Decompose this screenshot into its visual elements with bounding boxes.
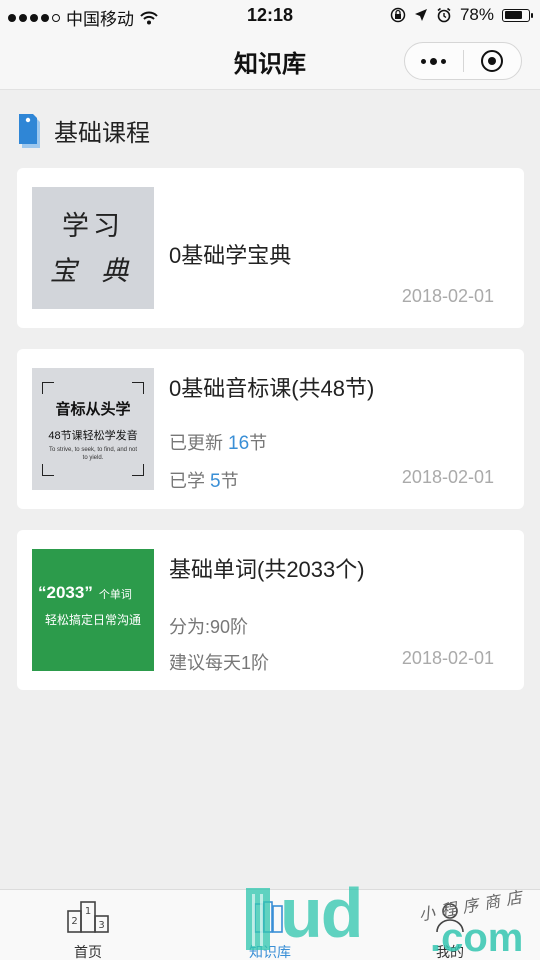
course-card[interactable]: “2033” 个单词 轻松搞定日常沟通 基础单词(共2033个) 分为:90阶 建… xyxy=(17,530,524,690)
status-bar: 中国移动 12:18 78% xyxy=(0,0,540,30)
course-thumbnail: 音标从头学 48节课轻松学发音 To strive, to seek, to f… xyxy=(32,368,154,490)
thumbnail-line-1: “2033” 个单词 xyxy=(38,583,132,603)
course-thumbnail: “2033” 个单词 轻松搞定日常沟通 xyxy=(32,549,154,671)
section-header: 基础课程 xyxy=(18,110,150,150)
updated-count: 16 xyxy=(228,433,250,454)
course-title: 0基础学宝典 xyxy=(169,243,292,268)
thumbnail-line-3: To strive, to seek, to find, and not to … xyxy=(48,447,138,461)
learned-count-row: 已学 5节 xyxy=(169,467,239,493)
course-daily-suggestion: 建议每天1阶 xyxy=(169,653,270,673)
svg-text:2: 2 xyxy=(71,916,77,927)
learned-count: 5 xyxy=(210,471,221,492)
course-date: 2018-02-01 xyxy=(401,467,494,487)
course-thumbnail: 学习 宝 典 xyxy=(32,187,154,309)
thumbnail-word-count: “2033” xyxy=(38,583,93,602)
battery-icon xyxy=(502,8,533,22)
learned-unit: 节 xyxy=(220,471,239,491)
thumbnail-corner xyxy=(42,464,54,476)
miniprogram-capsule xyxy=(404,42,522,80)
thumbnail-corner xyxy=(132,382,144,394)
course-levels: 分为:90阶 xyxy=(169,617,249,637)
thumbnail-corner xyxy=(132,464,144,476)
battery-percentage: 78% xyxy=(459,5,494,24)
tab-home[interactable]: 1 2 3 首页 xyxy=(38,890,138,960)
course-title: 0基础音标课(共48节) xyxy=(169,376,375,401)
thumbnail-line-2: 轻松搞定日常沟通 xyxy=(44,613,141,627)
navigation-bar: 知识库 xyxy=(0,30,540,90)
updated-unit: 节 xyxy=(249,433,268,453)
thumbnail-line-2: 48节课轻松学发音 xyxy=(48,430,138,442)
updated-count-row: 已更新 16节 xyxy=(169,429,267,455)
podium-icon: 1 2 3 xyxy=(67,901,109,933)
watermark-logo: ud xyxy=(280,874,364,952)
section-title: 基础课程 xyxy=(54,119,150,147)
more-menu-button[interactable] xyxy=(405,43,463,79)
thumbnail-word-unit: 个单词 xyxy=(98,589,132,601)
updated-label: 已更新 xyxy=(169,433,223,453)
location-icon xyxy=(414,9,427,21)
tab-label: 首页 xyxy=(74,944,102,960)
alarm-icon xyxy=(437,7,451,23)
course-date: 2018-02-01 xyxy=(401,286,494,306)
watermark-domain: .com xyxy=(430,916,524,960)
course-date: 2018-02-01 xyxy=(401,648,494,668)
course-card[interactable]: 音标从头学 48节课轻松学发音 To strive, to seek, to f… xyxy=(17,349,524,509)
svg-text:1: 1 xyxy=(85,906,91,917)
orientation-lock-icon xyxy=(390,7,406,23)
thumbnail-line-1: 学习 xyxy=(62,211,124,242)
close-miniprogram-button[interactable] xyxy=(464,43,522,79)
svg-text:3: 3 xyxy=(98,920,104,931)
course-title: 基础单词(共2033个) xyxy=(169,557,365,582)
bookmark-tag-icon xyxy=(19,114,40,148)
thumbnail-corner xyxy=(42,382,54,394)
learned-label: 已学 xyxy=(169,471,205,491)
more-icon xyxy=(421,57,447,65)
thumbnail-line-2: 宝 典 xyxy=(49,256,137,287)
course-card[interactable]: 学习 宝 典 0基础学宝典 2018-02-01 xyxy=(17,168,524,328)
close-target-icon xyxy=(481,50,504,72)
watermark-l-glyph xyxy=(246,888,270,950)
thumbnail-line-1: 音标从头学 xyxy=(55,401,131,418)
